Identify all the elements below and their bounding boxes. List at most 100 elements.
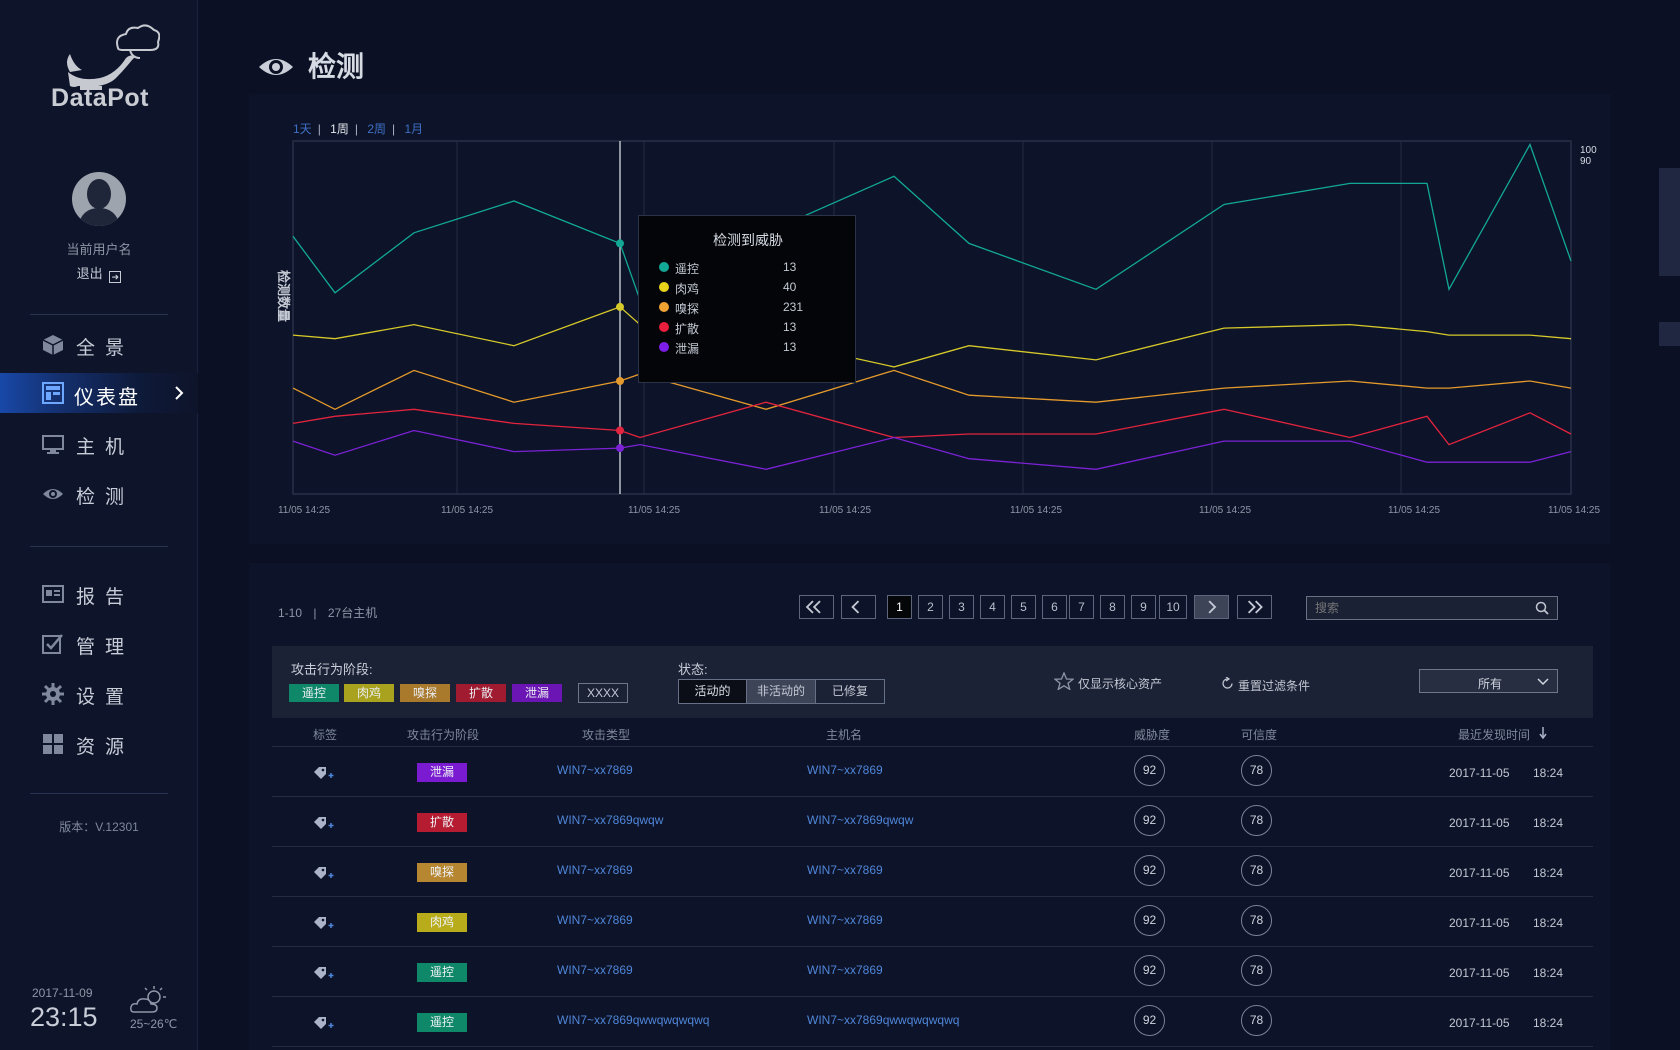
range-2w[interactable]: 2周	[367, 122, 386, 136]
range-1w[interactable]: 1周	[330, 122, 349, 136]
attack-type-link[interactable]: WIN7~xx7869	[557, 913, 633, 927]
range-1m[interactable]: 1月	[404, 122, 423, 136]
search-icon[interactable]	[1535, 601, 1549, 615]
table-row[interactable]: 遥控 WIN7~xx7869qwwqwqwqwq WIN7~xx7869qwwqwq…	[272, 997, 1593, 1047]
nav-manage[interactable]: 管理	[0, 624, 198, 664]
page-button[interactable]: 7	[1069, 595, 1094, 619]
time-range-tabs: 1天 | 1周 | 2周 | 1月	[293, 122, 424, 136]
nav-dashboard[interactable]: 仪表盘	[0, 373, 198, 413]
refresh-icon[interactable]	[1221, 677, 1234, 690]
state-active-button[interactable]: 活动的	[678, 679, 747, 704]
page-button[interactable]: 4	[980, 595, 1005, 619]
detected-time: 18:24	[1533, 866, 1564, 880]
tooltip-title: 检测到威胁	[713, 232, 783, 248]
nav-resources[interactable]: 资源	[0, 724, 198, 764]
grid-icon	[43, 734, 63, 754]
col-header-stage[interactable]: 攻击行为阶段	[407, 726, 479, 743]
result-count: 1-10 | 27台主机	[278, 606, 378, 620]
nav-hosts[interactable]: 主机	[0, 424, 198, 464]
detected-date: 2017-11-05	[1449, 816, 1510, 830]
table-row[interactable]: 扩散 WIN7~xx7869qwqw WIN7~xx7869qwqw 92 78 2017…	[272, 797, 1593, 847]
next-page-button[interactable]	[1194, 595, 1229, 619]
table-row[interactable]: 肉鸡 WIN7~xx7869 WIN7~xx7869 92 78 2017-11-05 18…	[272, 897, 1593, 947]
nav-overview[interactable]: 全景	[0, 325, 198, 365]
host-link[interactable]: WIN7~xx7869qwwqwqwqwq	[807, 1013, 959, 1027]
host-link[interactable]: WIN7~xx7869	[807, 963, 883, 977]
checkbox-icon	[42, 634, 63, 654]
stage-tag[interactable]: 扩散	[456, 684, 506, 702]
tooltip-series-name: 肉鸡	[675, 282, 700, 296]
table-row[interactable]: 泄漏 WIN7~xx7869 WIN7~xx7869 92 78 2017-11-05 18…	[272, 747, 1593, 797]
stage-tag-other[interactable]: XXXX	[578, 683, 628, 703]
stage-tag[interactable]: 遥控	[289, 684, 339, 702]
page-button[interactable]: 1	[887, 595, 912, 619]
page-button[interactable]: 8	[1100, 595, 1125, 619]
chart-panel	[249, 94, 1610, 544]
attack-type-link[interactable]: WIN7~xx7869	[557, 863, 633, 877]
range-1d[interactable]: 1天	[293, 122, 312, 136]
stage-tag[interactable]: 泄漏	[512, 684, 562, 702]
tooltip-series-name: 遥控	[675, 262, 700, 276]
chart-tooltip: 检测到威胁 遥控 13 肉鸡 40 嗅探 231 扩散 13 泄漏 13	[638, 215, 856, 383]
host-link[interactable]: WIN7~xx7869qwqw	[807, 813, 913, 827]
add-tag-icon[interactable]	[312, 816, 336, 830]
page-button[interactable]: 2	[918, 595, 943, 619]
nav-settings[interactable]: 设置	[0, 674, 198, 714]
scrollbar-button[interactable]	[1659, 322, 1680, 346]
attack-type-link[interactable]: WIN7~xx7869qwwqwqwqwq	[557, 1013, 709, 1027]
nav-report[interactable]: 报告	[0, 574, 198, 614]
stage-tag[interactable]: 肉鸡	[344, 684, 394, 702]
col-header-host[interactable]: 主机名	[826, 726, 862, 743]
add-tag-icon[interactable]	[312, 966, 336, 980]
add-tag-icon[interactable]	[312, 766, 336, 780]
page-button[interactable]: 6	[1042, 595, 1067, 619]
table-row[interactable]: 遥控 WIN7~xx7869 WIN7~xx7869 92 78 2017-11-05 18…	[272, 947, 1593, 997]
state-inactive-button[interactable]: 非活动的	[746, 679, 816, 704]
search-input[interactable]	[1307, 597, 1527, 619]
stage-badge: 肉鸡	[417, 913, 467, 932]
col-header-type[interactable]: 攻击类型	[582, 726, 630, 743]
datapot-logo[interactable]: DataPot	[40, 22, 161, 118]
col-header-credibility[interactable]: 可信度	[1241, 726, 1277, 743]
last-page-button[interactable]	[1237, 595, 1272, 619]
stage-tag[interactable]: 嗅探	[400, 684, 450, 702]
avatar[interactable]	[72, 172, 126, 226]
nav-detect[interactable]: 检测	[0, 474, 198, 514]
page-button[interactable]: 5	[1011, 595, 1036, 619]
stage-badge: 遥控	[417, 1013, 467, 1032]
attack-type-link[interactable]: WIN7~xx7869	[557, 963, 633, 977]
divider	[30, 546, 168, 547]
state-fixed-button[interactable]: 已修复	[815, 679, 885, 704]
add-tag-icon[interactable]	[312, 866, 336, 880]
tooltip-series-name: 嗅探	[675, 302, 700, 316]
host-link[interactable]: WIN7~xx7869	[807, 863, 883, 877]
filter-dropdown[interactable]: 所有	[1419, 669, 1558, 693]
tooltip-row: 肉鸡 40	[659, 279, 849, 297]
core-assets-toggle[interactable]: 仅显示核心资产	[1078, 675, 1162, 692]
scrollbar-thumb[interactable]	[1659, 168, 1680, 276]
add-tag-icon[interactable]	[312, 916, 336, 930]
reset-filters-button[interactable]: 重置过滤条件	[1238, 677, 1310, 694]
sort-down-icon[interactable]	[1539, 726, 1547, 739]
prev-page-button[interactable]	[841, 595, 876, 619]
table-row[interactable]: 嗅探 WIN7~xx7869 WIN7~xx7869 92 78 2017-11-05 18…	[272, 847, 1593, 897]
add-tag-icon[interactable]	[312, 1016, 336, 1030]
sidebar: DataPot 当前用户名 退出 ➜ 全景 仪表盘 主机 检测 报告 管理 设置…	[0, 0, 198, 1050]
host-link[interactable]: WIN7~xx7869	[807, 913, 883, 927]
search-box[interactable]	[1306, 596, 1558, 620]
attack-type-link[interactable]: WIN7~xx7869	[557, 763, 633, 777]
tooltip-series-value: 231	[783, 300, 804, 314]
attack-type-link[interactable]: WIN7~xx7869qwqw	[557, 813, 663, 827]
host-link[interactable]: WIN7~xx7869	[807, 763, 883, 777]
tooltip-row: 遥控 13	[659, 259, 849, 277]
temperature: 25~26℃	[130, 1017, 178, 1031]
col-header-threat[interactable]: 威胁度	[1134, 726, 1170, 743]
star-icon[interactable]	[1054, 672, 1074, 690]
col-header-time[interactable]: 最近发现时间	[1458, 726, 1530, 743]
logout-button[interactable]: 退出 ➜	[0, 263, 198, 283]
page-button[interactable]: 3	[949, 595, 974, 619]
page-button[interactable]: 10	[1159, 595, 1187, 619]
first-page-button[interactable]	[799, 595, 834, 619]
eye-icon	[259, 59, 293, 75]
page-button[interactable]: 9	[1131, 595, 1156, 619]
